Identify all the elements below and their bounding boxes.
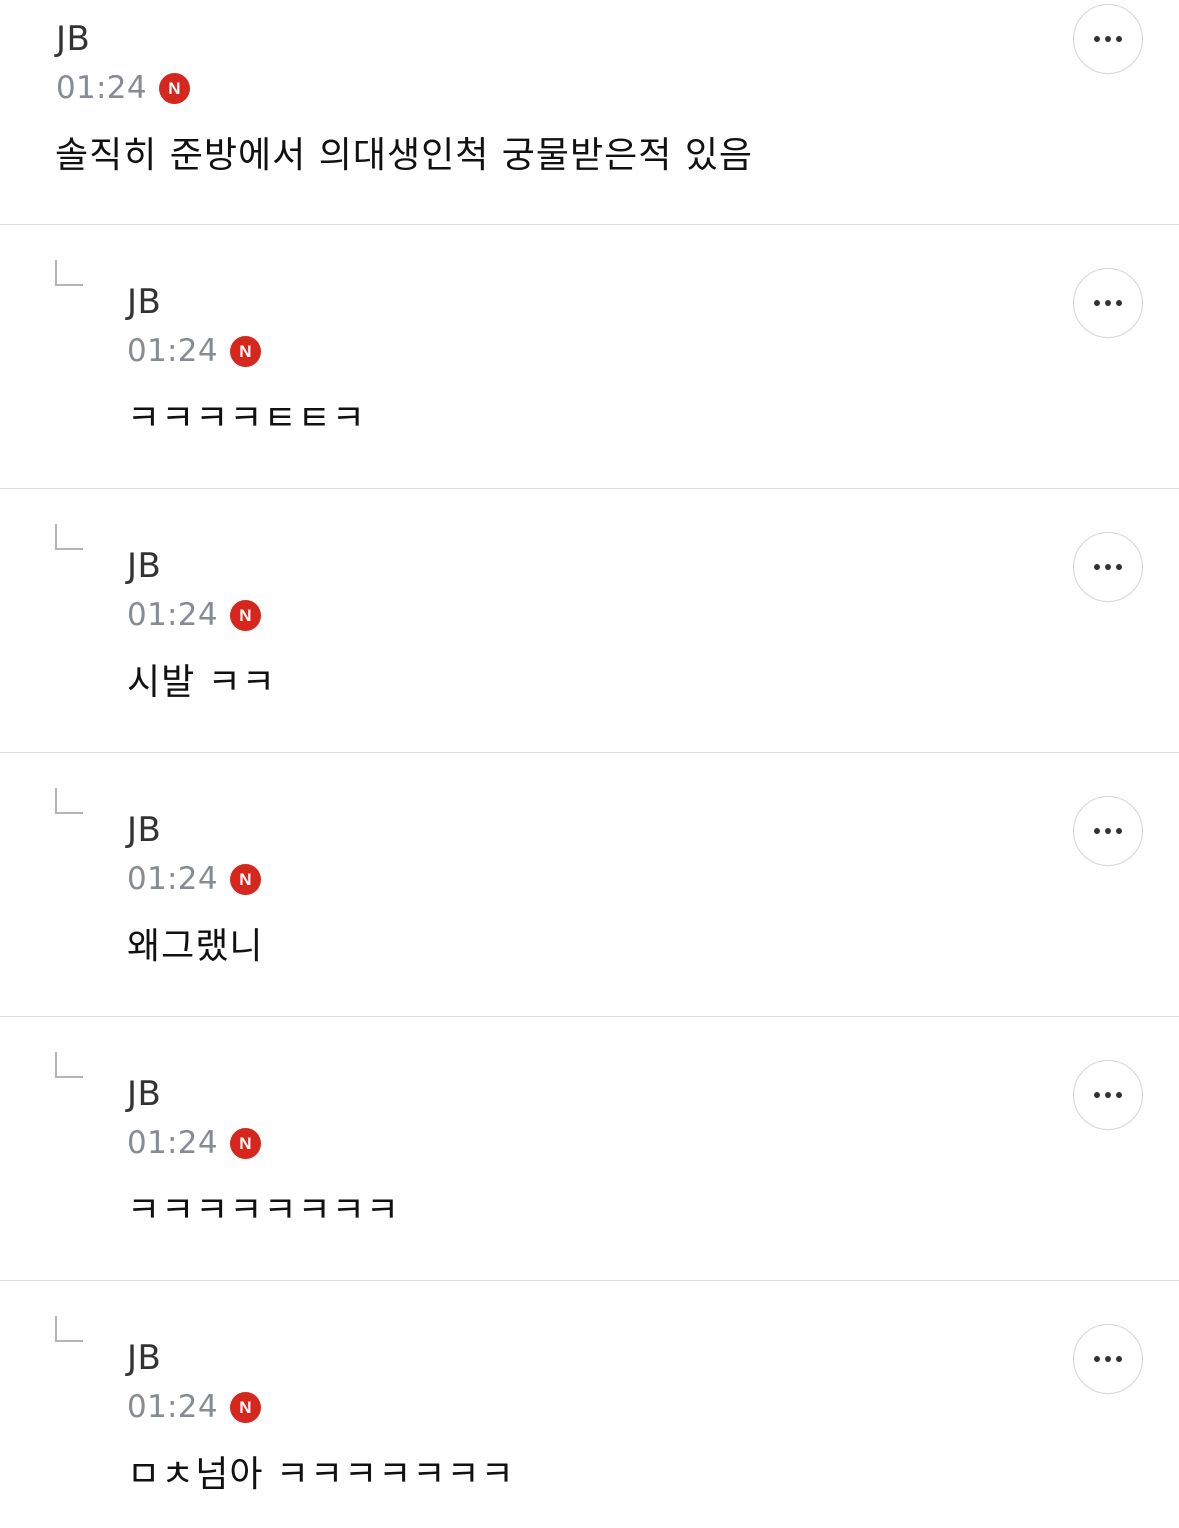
- reply-arrow-icon: [55, 1052, 83, 1078]
- comment-item: JB 01:24 N 솔직히 준방에서 의대생인척 궁물받은적 있음: [0, 0, 1179, 225]
- comment-text: ㅋㅋㅋㅋㅋㅋㅋㅋ: [127, 1190, 400, 1231]
- comment-meta: 01:24 N: [127, 1125, 261, 1161]
- reply-item: JB 01:24 N 왜그랬니: [0, 753, 1179, 1017]
- comment-time: 01:24: [127, 1124, 218, 1161]
- comment-time: 01:24: [127, 860, 218, 897]
- new-badge-icon: N: [229, 863, 261, 895]
- new-badge-icon: N: [229, 1391, 261, 1423]
- comment-text: 왜그랬니: [127, 926, 264, 967]
- comment-author[interactable]: JB: [127, 1077, 161, 1111]
- more-options-button[interactable]: [1073, 796, 1143, 866]
- reply-arrow-icon: [55, 1316, 83, 1342]
- comment-time: 01:24: [127, 596, 218, 633]
- comment-time: 01:24: [56, 69, 147, 106]
- reply-arrow-icon: [55, 524, 83, 550]
- reply-arrow-icon: [55, 260, 83, 286]
- new-badge-icon: N: [158, 72, 190, 104]
- comment-meta: 01:24 N: [127, 597, 261, 633]
- reply-arrow-icon: [55, 788, 83, 814]
- more-horizontal-icon: [1094, 1356, 1122, 1362]
- more-horizontal-icon: [1094, 564, 1122, 570]
- more-options-button[interactable]: [1073, 4, 1143, 74]
- reply-item: JB 01:24 N ㅁㅊ넘아 ㅋㅋㅋㅋㅋㅋㅋ: [0, 1281, 1179, 1528]
- comment-author[interactable]: JB: [127, 1341, 161, 1375]
- comment-author[interactable]: JB: [56, 22, 90, 56]
- more-horizontal-icon: [1094, 828, 1122, 834]
- comment-meta: 01:24 N: [127, 1389, 261, 1425]
- new-badge-icon: N: [229, 335, 261, 367]
- comment-text: ㅁㅊ넘아 ㅋㅋㅋㅋㅋㅋㅋ: [127, 1454, 515, 1495]
- more-horizontal-icon: [1094, 36, 1122, 42]
- new-badge-icon: N: [229, 599, 261, 631]
- comment-meta: 01:24 N: [127, 861, 261, 897]
- comment-text: ㅋㅋㅋㅋㅌㅌㅋ: [127, 398, 366, 439]
- more-options-button[interactable]: [1073, 1060, 1143, 1130]
- comment-meta: 01:24 N: [127, 333, 261, 369]
- comment-meta: 01:24 N: [56, 70, 190, 106]
- comment-time: 01:24: [127, 332, 218, 369]
- comment-time: 01:24: [127, 1388, 218, 1425]
- reply-item: JB 01:24 N ㅋㅋㅋㅋㅌㅌㅋ: [0, 225, 1179, 489]
- comment-text: 시발 ㅋㅋ: [127, 662, 276, 703]
- reply-item: JB 01:24 N ㅋㅋㅋㅋㅋㅋㅋㅋ: [0, 1017, 1179, 1281]
- new-badge-icon: N: [229, 1127, 261, 1159]
- reply-item: JB 01:24 N 시발 ㅋㅋ: [0, 489, 1179, 753]
- more-horizontal-icon: [1094, 1092, 1122, 1098]
- comment-author[interactable]: JB: [127, 549, 161, 583]
- more-options-button[interactable]: [1073, 268, 1143, 338]
- comment-author[interactable]: JB: [127, 285, 161, 319]
- comment-thread: JB 01:24 N 솔직히 준방에서 의대생인척 궁물받은적 있음 JB 01…: [0, 0, 1179, 1528]
- more-options-button[interactable]: [1073, 1324, 1143, 1394]
- comment-author[interactable]: JB: [127, 813, 161, 847]
- comment-text: 솔직히 준방에서 의대생인척 궁물받은적 있음: [55, 135, 754, 176]
- more-horizontal-icon: [1094, 300, 1122, 306]
- more-options-button[interactable]: [1073, 532, 1143, 602]
